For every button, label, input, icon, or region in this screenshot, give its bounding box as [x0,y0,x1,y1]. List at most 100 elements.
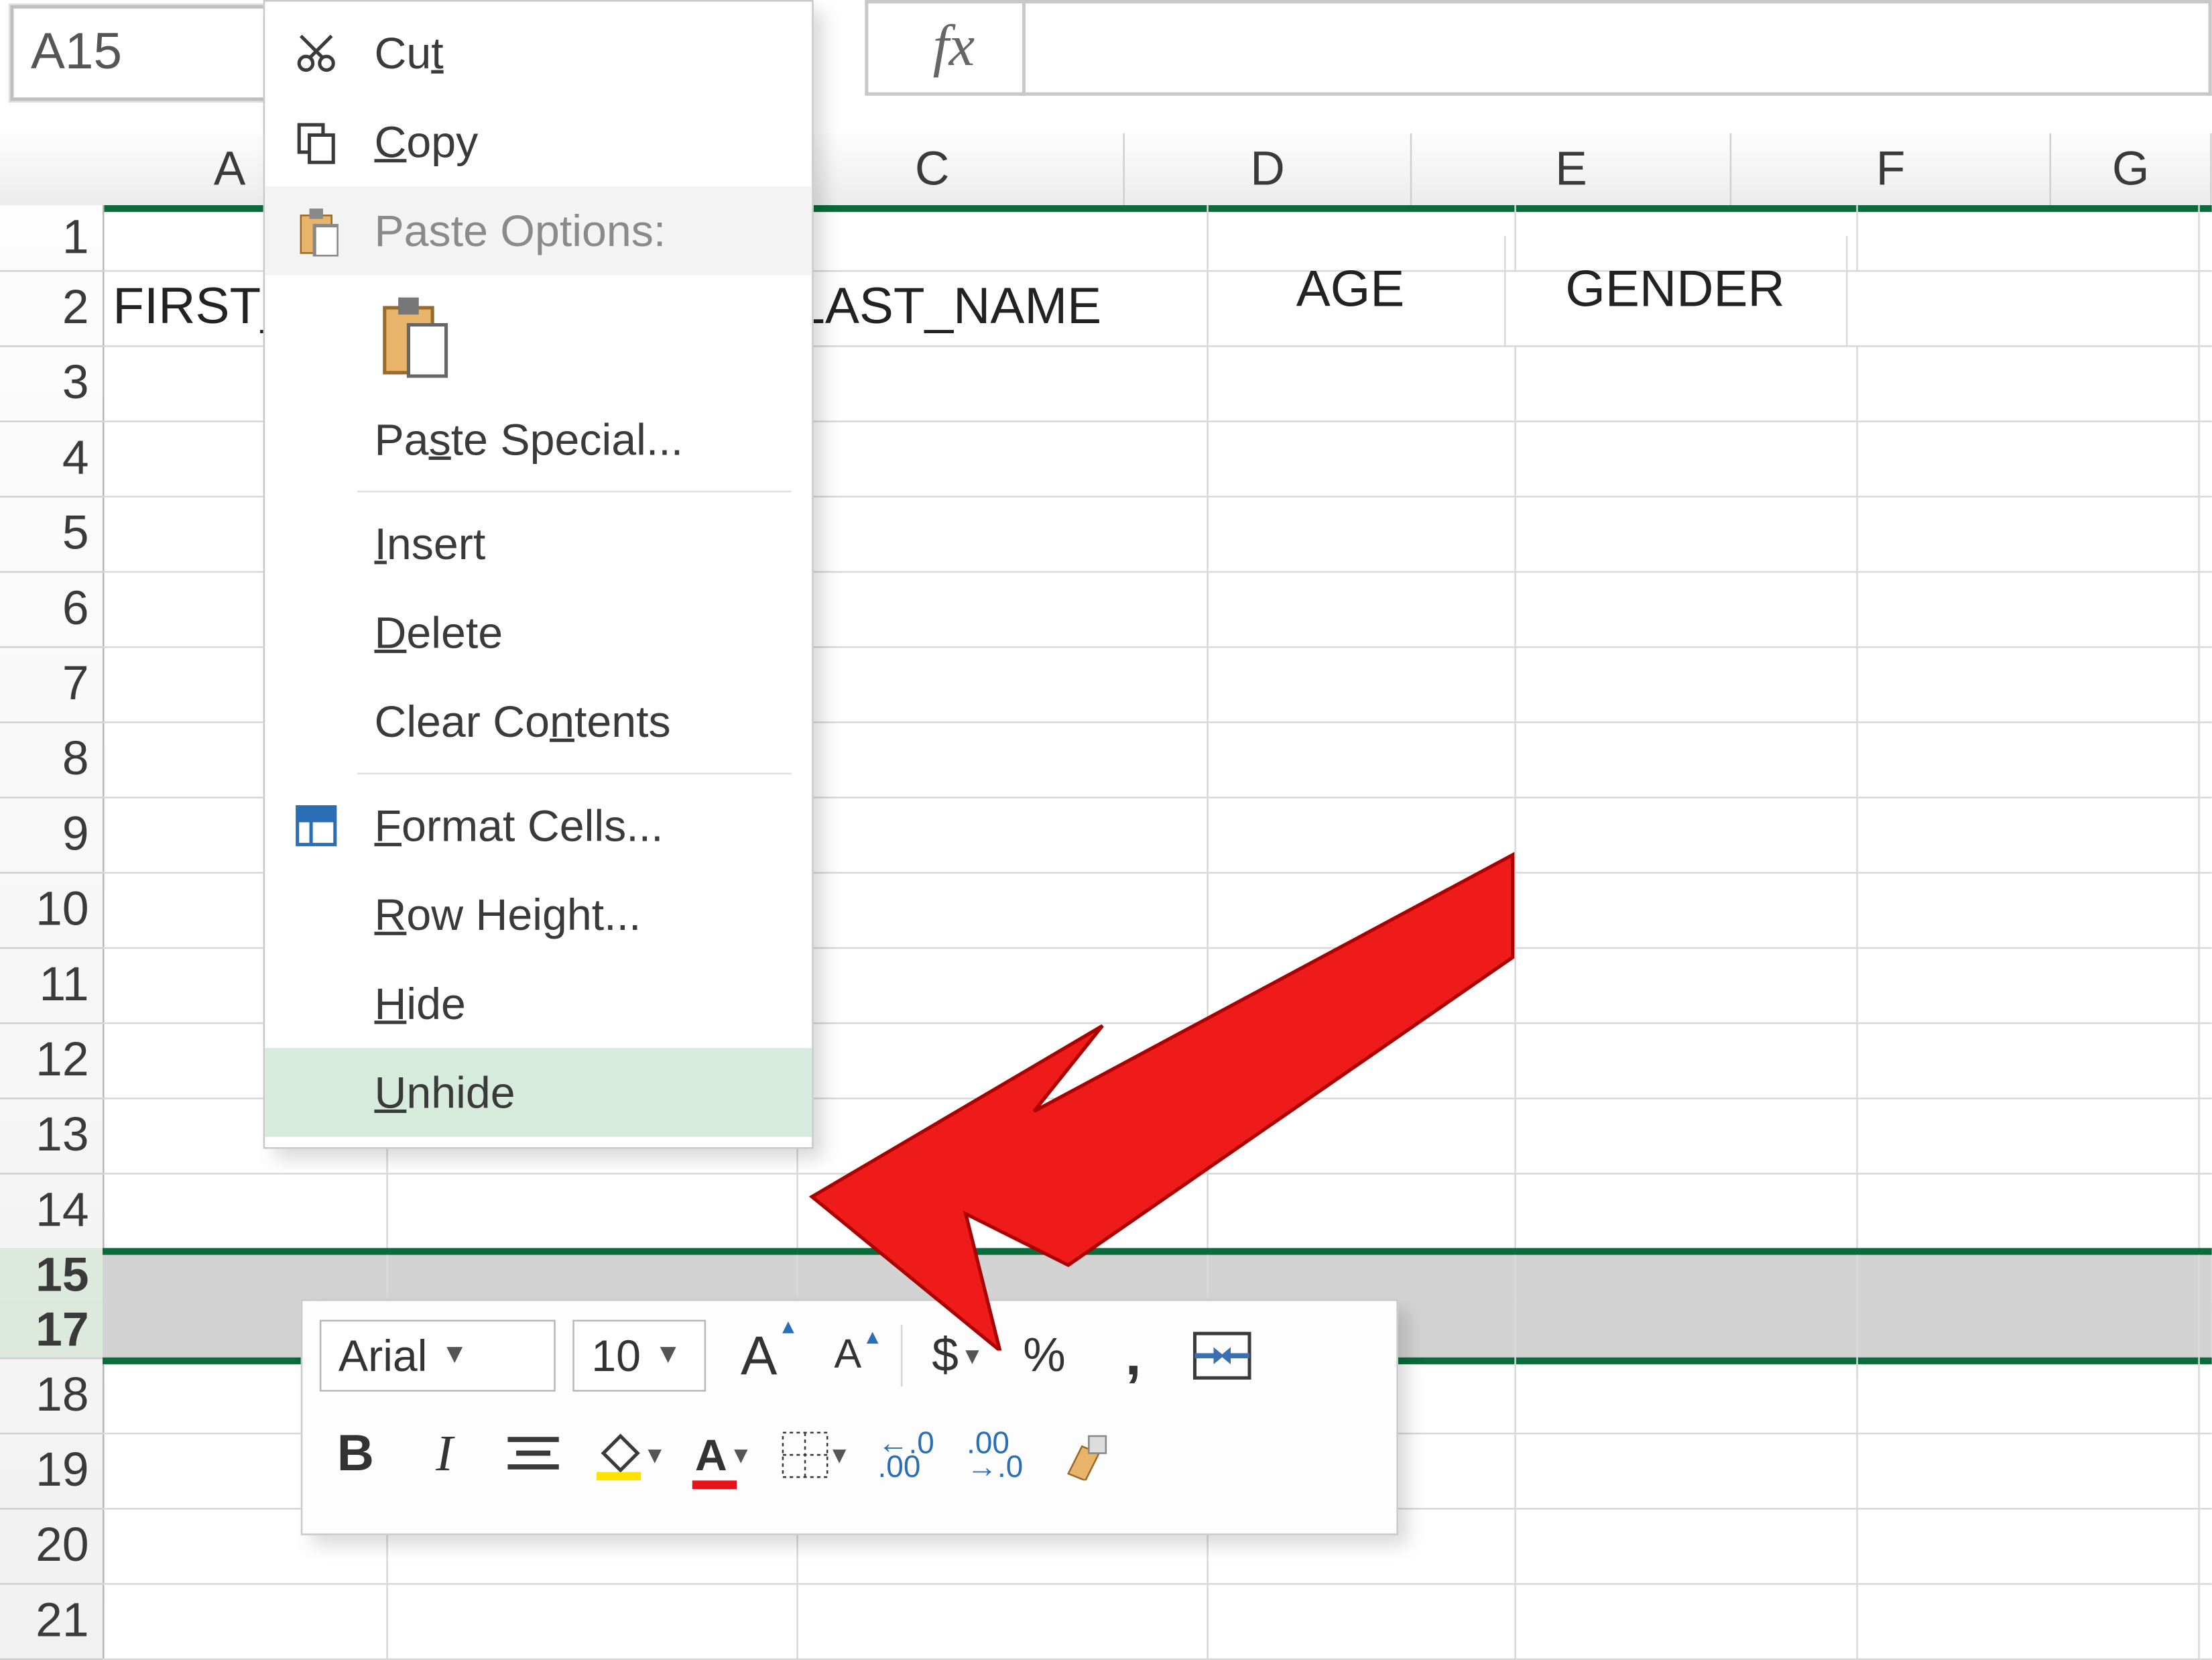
row-header-5[interactable]: 5 [0,496,103,573]
cell-D5[interactable] [1196,496,1516,571]
cell-D3[interactable] [1196,345,1516,420]
cell-E15[interactable] [1504,1255,1858,1310]
comma-format-button[interactable]: , [1097,1321,1169,1390]
cell-A14[interactable] [103,1173,388,1248]
cell-F20[interactable] [1846,1508,2200,1583]
cell-A21[interactable] [103,1583,388,1658]
decrease-font-button[interactable]: A▴ [812,1321,883,1390]
cell-G5[interactable] [2188,496,2212,571]
cell-G20[interactable] [2188,1508,2212,1583]
accounting-format-button[interactable]: $▾ [920,1321,991,1390]
cell-F7[interactable] [1846,646,2200,721]
cell-D12[interactable] [1196,1022,1516,1098]
cell-G1[interactable] [2188,205,2212,270]
cell-E14[interactable] [1504,1173,1858,1248]
cell-G8[interactable] [2188,721,2212,796]
menu-item-rowheight[interactable]: Row Height... [265,870,812,959]
cell-G7[interactable] [2188,646,2212,721]
cell-C14[interactable] [786,1173,1209,1248]
cell-E20[interactable] [1504,1508,1858,1583]
cell-F18[interactable] [1846,1358,2200,1433]
cell-E4[interactable] [1504,420,1858,495]
cell-E12[interactable] [1504,1022,1858,1098]
cell-E5[interactable] [1504,496,1858,571]
cell-G10[interactable] [2188,872,2212,947]
italic-button[interactable]: I [408,1421,480,1489]
cell-E9[interactable] [1504,796,1858,872]
cell-C3[interactable] [786,345,1209,420]
cell-C1[interactable] [786,205,1209,270]
cell-F2[interactable] [1846,270,2200,345]
cell-E17[interactable] [1504,1303,1858,1358]
cell-C12[interactable] [786,1022,1209,1098]
decrease-decimal-button[interactable]: ←.0.00 [870,1421,942,1489]
cell-G4[interactable] [2188,420,2212,495]
menu-item-insert[interactable]: Insert [265,499,812,589]
cell-E19[interactable] [1504,1433,1858,1508]
cell-C9[interactable] [786,796,1209,872]
cell-F6[interactable] [1846,571,2200,646]
cell-D7[interactable] [1196,646,1516,721]
cell-C13[interactable] [786,1098,1209,1173]
align-center-button[interactable] [497,1421,569,1489]
cell-F9[interactable] [1846,796,2200,872]
cell-F1[interactable] [1846,205,2200,270]
increase-font-button[interactable]: A▴ [723,1321,795,1390]
cell-D2[interactable]: AGE [1196,236,1506,345]
menu-item-clear[interactable]: Clear Contents [265,677,812,766]
cell-E10[interactable] [1504,872,1858,947]
cell-F21[interactable] [1846,1583,2200,1658]
bold-button[interactable]: B [320,1421,391,1489]
cell-C21[interactable] [786,1583,1209,1658]
cell-D13[interactable] [1196,1098,1516,1173]
row-header-21[interactable]: 21 [0,1583,103,1660]
cell-E7[interactable] [1504,646,1858,721]
menu-item-format[interactable]: Format Cells... [265,781,812,870]
cell-C4[interactable] [786,420,1209,495]
cell-D6[interactable] [1196,571,1516,646]
cell-E2[interactable]: GENDER [1504,236,1848,345]
cell-E18[interactable] [1504,1358,1858,1433]
font-family-combo[interactable]: Arial▼ [320,1320,556,1392]
menu-item-cut[interactable]: Cut [265,9,812,98]
select-all-corner[interactable] [0,133,105,207]
cell-G12[interactable] [2188,1022,2212,1098]
cell-F5[interactable] [1846,496,2200,571]
cell-C2[interactable]: LAST_NAME [786,270,1209,345]
cell-G11[interactable] [2188,947,2212,1022]
menu-item-unhide[interactable]: Unhide [265,1048,812,1137]
cell-G6[interactable] [2188,571,2212,646]
cell-C5[interactable] [786,496,1209,571]
cell-F4[interactable] [1846,420,2200,495]
cell-F10[interactable] [1846,872,2200,947]
cell-F11[interactable] [1846,947,2200,1022]
cell-E21[interactable] [1504,1583,1858,1658]
cell-E6[interactable] [1504,571,1858,646]
row-header-12[interactable]: 12 [0,1022,103,1100]
row-header-11[interactable]: 11 [0,947,103,1024]
cell-C7[interactable] [786,646,1209,721]
menu-item-hide[interactable]: Hide [265,959,812,1049]
row-header-15[interactable]: 15 [0,1248,103,1305]
cell-C8[interactable] [786,721,1209,796]
cell-G3[interactable] [2188,345,2212,420]
font-size-combo[interactable]: 10▼ [572,1320,706,1392]
fill-color-button[interactable]: ▾ [587,1421,668,1489]
cell-E8[interactable] [1504,721,1858,796]
row-header-9[interactable]: 9 [0,796,103,874]
column-header-D[interactable]: D [1125,133,1412,205]
row-header-17[interactable]: 17 [0,1303,103,1359]
cell-D11[interactable] [1196,947,1516,1022]
cell-B14[interactable] [376,1173,798,1248]
cell-C11[interactable] [786,947,1209,1022]
row-header-6[interactable]: 6 [0,571,103,648]
row-header-20[interactable]: 20 [0,1508,103,1585]
cell-D8[interactable] [1196,721,1516,796]
increase-decimal-button[interactable]: .00→.0 [959,1421,1031,1489]
cell-F17[interactable] [1846,1303,2200,1358]
row-header-10[interactable]: 10 [0,872,103,949]
format-painter-button[interactable] [1048,1421,1119,1489]
borders-button[interactable]: ▾ [774,1421,853,1489]
cell-F15[interactable] [1846,1255,2200,1310]
cell-F13[interactable] [1846,1098,2200,1173]
